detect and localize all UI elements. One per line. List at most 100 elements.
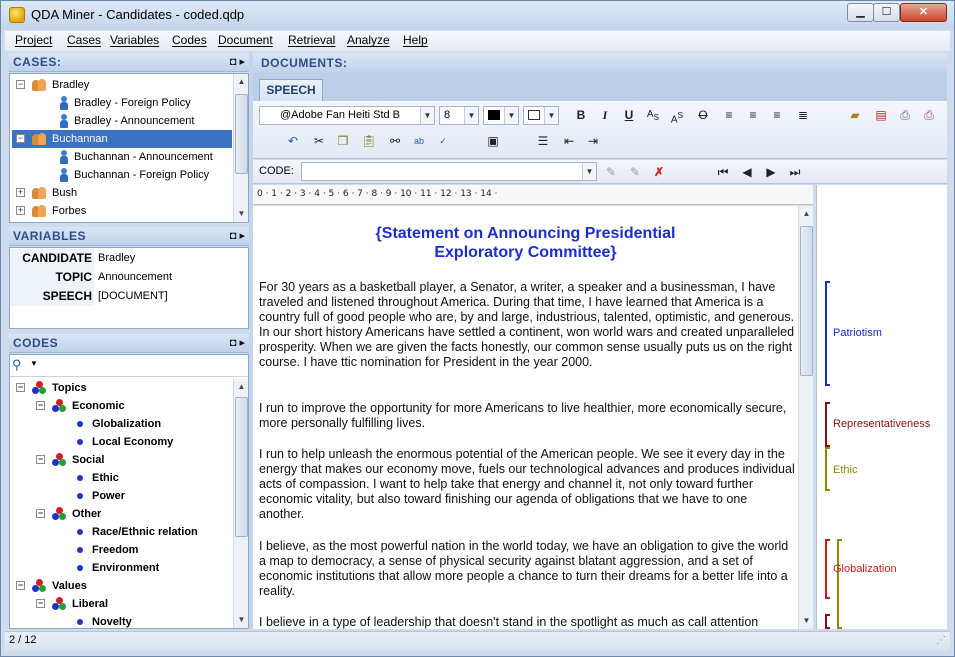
collapse-icon[interactable]: − — [36, 401, 45, 410]
apply-code-icon[interactable]: ✎ — [601, 162, 621, 182]
collapse-icon[interactable]: − — [36, 455, 45, 464]
resize-grip-icon[interactable]: ⋰ — [936, 635, 946, 646]
chevron-down-icon[interactable]: ▼ — [544, 107, 558, 124]
menu-variables[interactable]: Variables — [110, 33, 159, 47]
chevron-down-icon[interactable]: ▼ — [30, 359, 38, 368]
open-folder-icon[interactable]: ▰ — [845, 105, 865, 125]
remove-code-icon[interactable]: ✗ — [649, 162, 669, 182]
italic-icon[interactable]: I — [595, 105, 615, 125]
collapse-icon[interactable]: − — [16, 383, 25, 392]
decrease-indent-icon[interactable]: ⇤ — [559, 131, 579, 151]
document-scrollbar[interactable]: ▲ ▼ — [798, 206, 813, 629]
code-bracket[interactable] — [837, 539, 842, 629]
margin-code-label[interactable]: Representativeness — [833, 418, 930, 430]
expand-icon[interactable]: + — [16, 188, 25, 197]
scroll-down-icon[interactable]: ▼ — [234, 206, 249, 221]
menu-cases[interactable]: Cases — [67, 33, 101, 47]
case-item-forbes[interactable]: + Forbes — [14, 202, 232, 220]
panel-controls-icon[interactable]: ◘ ▸ — [230, 336, 245, 349]
spellcheck-icon[interactable]: ✓ — [433, 131, 453, 151]
highlight-color-select[interactable]: ▼ — [523, 106, 559, 125]
collapse-icon[interactable]: − — [36, 599, 45, 608]
subscript-icon[interactable]: AS — [643, 105, 663, 125]
chevron-down-icon[interactable]: ▼ — [504, 107, 518, 124]
scroll-thumb[interactable] — [800, 226, 813, 376]
case-item-buchannan-foreign-policy[interactable]: Buchannan - Foreign Policy — [14, 166, 232, 184]
scroll-thumb[interactable] — [235, 397, 248, 537]
codes-search-bar[interactable]: ⚲ ▼ — [10, 355, 248, 377]
paste-icon[interactable]: 📋︎ — [359, 131, 379, 151]
panel-controls-icon[interactable]: ◘ ▸ — [230, 229, 245, 242]
font-name-select[interactable]: @Adobe Fan Heiti Std B ▼ — [259, 106, 435, 125]
case-item-bradley-announcement[interactable]: Bradley - Announcement — [14, 112, 232, 130]
menu-analyze[interactable]: Analyze — [347, 33, 390, 47]
print-preview-icon[interactable]: ⎙ — [919, 105, 939, 125]
collapse-icon[interactable]: − — [16, 581, 25, 590]
maximize-button[interactable]: ☐ — [873, 3, 900, 22]
bullet-list-icon[interactable]: ☰ — [533, 131, 553, 151]
replace-icon[interactable]: ab — [409, 131, 429, 151]
case-item-buchannan-announcement[interactable]: Buchannan - Announcement — [14, 148, 232, 166]
find-icon[interactable]: ⚯ — [385, 131, 405, 151]
chevron-down-icon[interactable]: ▼ — [582, 163, 596, 180]
text-color-select[interactable]: ▼ — [483, 106, 519, 125]
print-icon[interactable]: ⎙ — [895, 105, 915, 125]
underline-icon[interactable]: U — [619, 105, 639, 125]
menu-retrieval[interactable]: Retrieval — [288, 33, 335, 47]
cut-icon[interactable]: ✂ — [309, 131, 329, 151]
first-record-icon[interactable]: ⏮ — [713, 162, 733, 182]
last-record-icon[interactable]: ⏭ — [785, 162, 805, 182]
next-record-icon[interactable]: ▶ — [761, 162, 781, 182]
variable-value[interactable]: [DOCUMENT] — [98, 287, 168, 306]
justify-icon[interactable]: ≣ — [793, 105, 813, 125]
code-bracket[interactable] — [825, 539, 830, 599]
panel-controls-icon[interactable]: ◘ ▸ — [230, 55, 245, 68]
align-left-icon[interactable]: ≡ — [719, 105, 739, 125]
increase-indent-icon[interactable]: ⇥ — [583, 131, 603, 151]
collapse-icon[interactable]: − — [16, 134, 25, 143]
scroll-up-icon[interactable]: ▲ — [234, 74, 249, 89]
chevron-down-icon[interactable]: ▼ — [464, 107, 478, 124]
margin-code-label[interactable]: Patriotism — [833, 327, 882, 339]
undo-icon[interactable]: ↶ — [283, 131, 303, 151]
case-item-bush[interactable]: + Bush — [14, 184, 232, 202]
properties-icon[interactable]: ▣ — [483, 131, 503, 151]
menu-project[interactable]: Project — [15, 33, 52, 47]
search-icon[interactable]: ⚲ — [12, 357, 22, 373]
edit-code-icon[interactable]: ✎ — [625, 162, 645, 182]
margin-code-label[interactable]: Ethic — [833, 464, 857, 476]
case-item-buchannan[interactable]: − Buchannan — [12, 130, 232, 148]
case-item-bradley[interactable]: − Bradley — [14, 76, 232, 94]
minimize-button[interactable]: ▁ — [847, 3, 874, 22]
align-right-icon[interactable]: ≡ — [767, 105, 787, 125]
superscript-icon[interactable]: AS — [667, 105, 687, 125]
tab-speech[interactable]: SPEECH — [259, 79, 323, 101]
menu-codes[interactable]: Codes — [172, 33, 207, 47]
variable-value[interactable]: Announcement — [98, 268, 172, 287]
menu-help[interactable]: Help — [403, 33, 428, 47]
code-bracket[interactable] — [825, 447, 830, 491]
code-select[interactable]: ▼ — [301, 162, 597, 181]
export-pdf-icon[interactable]: ▤ — [871, 105, 891, 125]
margin-code-label[interactable]: Globalization — [833, 563, 897, 575]
scroll-down-icon[interactable]: ▼ — [799, 613, 814, 628]
align-center-icon[interactable]: ≡ — [743, 105, 763, 125]
copy-icon[interactable]: ❐ — [333, 131, 353, 151]
scroll-thumb[interactable] — [235, 94, 248, 174]
code-bracket[interactable] — [825, 402, 830, 447]
bold-icon[interactable]: B — [571, 105, 591, 125]
close-button[interactable]: ✕ — [900, 3, 947, 22]
document-editor[interactable]: {Statement on Announcing Presidential Ex… — [253, 206, 798, 629]
scroll-up-icon[interactable]: ▲ — [234, 379, 249, 394]
code-bracket[interactable] — [825, 281, 830, 386]
codes-scrollbar[interactable]: ▲ ▼ — [233, 379, 248, 628]
scroll-up-icon[interactable]: ▲ — [799, 206, 814, 221]
chevron-down-icon[interactable]: ▼ — [420, 107, 434, 124]
case-item-bradley-foreign-policy[interactable]: Bradley - Foreign Policy — [14, 94, 232, 112]
font-size-select[interactable]: 8 ▼ — [439, 106, 479, 125]
strikethrough-icon[interactable]: O — [693, 105, 713, 125]
menu-document[interactable]: Document — [218, 33, 273, 47]
code-bracket[interactable] — [825, 614, 830, 629]
expand-icon[interactable]: + — [16, 206, 25, 215]
scroll-down-icon[interactable]: ▼ — [234, 612, 249, 627]
